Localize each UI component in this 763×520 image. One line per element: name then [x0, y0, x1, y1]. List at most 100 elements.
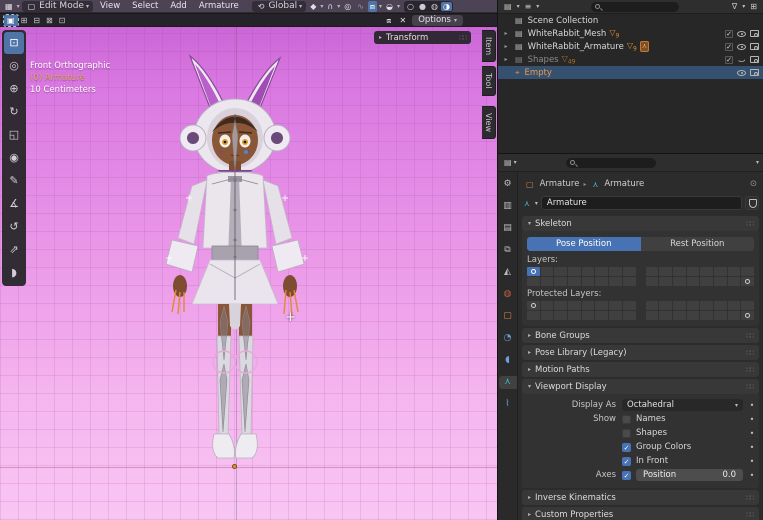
transform-panel-header[interactable]: ▸ Transform ∷∷: [374, 31, 471, 44]
panel-grip-icon[interactable]: ∷∷: [746, 366, 753, 374]
layer-cell[interactable]: [582, 301, 595, 310]
funnel-caret-icon[interactable]: ▾: [742, 3, 745, 10]
bone-tab[interactable]: ⌇: [499, 398, 517, 411]
editor-caret-icon[interactable]: ▾: [514, 159, 517, 166]
measure-tool[interactable]: ∡: [4, 193, 24, 215]
bone-envelope-tool[interactable]: ◗: [4, 262, 24, 284]
outliner-row-shapes[interactable]: ▸ ▤ Shapes ▽49 ✓: [498, 53, 763, 66]
layer-cell[interactable]: [623, 277, 636, 286]
select-mode-subtract[interactable]: ⊟: [30, 15, 43, 26]
select-mode-invert[interactable]: ⊠: [43, 15, 56, 26]
layer-cell[interactable]: [728, 311, 741, 320]
properties-search-input[interactable]: [566, 158, 656, 168]
layer-cell[interactable]: [623, 311, 636, 320]
layer-cell[interactable]: [700, 311, 713, 320]
outliner-search-input[interactable]: [591, 2, 679, 12]
layer-cell[interactable]: [741, 311, 754, 320]
panel-grip-icon[interactable]: ∷∷: [746, 383, 753, 391]
layer-cell[interactable]: [609, 267, 622, 276]
layer-cell[interactable]: [673, 277, 686, 286]
render-camera-icon[interactable]: [750, 56, 759, 63]
scale-tool[interactable]: ◱: [4, 124, 24, 146]
new-collection-icon[interactable]: ⊞: [748, 1, 759, 12]
annotate-tool[interactable]: ✎: [4, 170, 24, 192]
outliner-filter-icon[interactable]: ≡: [523, 1, 534, 12]
layer-cell[interactable]: [595, 277, 608, 286]
transform-tool[interactable]: ◉: [4, 147, 24, 169]
layer-cell[interactable]: [687, 277, 700, 286]
panel-pose-library[interactable]: ▸ Pose Library (Legacy) ∷∷: [522, 345, 759, 360]
menu-armature[interactable]: Armature: [194, 1, 244, 11]
layer-cell[interactable]: [714, 267, 727, 276]
hide-eye-icon[interactable]: [737, 44, 746, 50]
menu-add[interactable]: Add: [165, 1, 191, 11]
axes-position-slider[interactable]: Position 0.0: [636, 469, 743, 481]
options-dropdown[interactable]: Options ▾: [412, 15, 463, 26]
panel-grip-icon[interactable]: ∷∷: [746, 494, 753, 502]
render-tab[interactable]: ▥: [499, 200, 517, 213]
xray-toggle-icon[interactable]: ⧈: [384, 15, 393, 26]
render-camera-icon[interactable]: [750, 43, 759, 50]
layer-cell[interactable]: [700, 277, 713, 286]
falloff-curve-icon[interactable]: ∿: [355, 1, 366, 12]
datablock-caret-icon[interactable]: ▾: [535, 200, 538, 207]
layer-cell[interactable]: [568, 267, 581, 276]
layer-cell[interactable]: [568, 301, 581, 310]
layer-cell[interactable]: [527, 267, 540, 276]
pose-position-button[interactable]: Pose Position: [527, 237, 641, 251]
layer-cell[interactable]: [687, 267, 700, 276]
layer-cell[interactable]: [527, 277, 540, 286]
animate-dot-icon[interactable]: •: [749, 443, 755, 452]
shading-material-icon[interactable]: ◍: [429, 2, 440, 11]
view-layer-tab[interactable]: ⧉: [499, 244, 517, 257]
select-mode-intersect[interactable]: ⊡: [56, 15, 69, 26]
editor-type-icon[interactable]: ▦: [3, 1, 15, 12]
animate-dot-icon[interactable]: •: [749, 415, 755, 424]
panel-motion-paths[interactable]: ▸ Motion Paths ∷∷: [522, 362, 759, 377]
outliner-row-whiterabbit-armature[interactable]: ▸ ▤ WhiteRabbit_Armature ▽9 ⋏ ✓: [498, 40, 763, 53]
outliner-row-whiterabbit-mesh[interactable]: ▸ ▤ WhiteRabbit_Mesh ▽9 ✓: [498, 27, 763, 40]
rest-position-button[interactable]: Rest Position: [641, 237, 755, 251]
3d-viewport[interactable]: Front Orthographic (0) Armature 10 Centi…: [0, 27, 497, 520]
layer-cell[interactable]: [700, 301, 713, 310]
shading-solid-icon[interactable]: ●: [417, 2, 428, 11]
header-caret-icon[interactable]: ▾: [756, 159, 759, 166]
gizmo-caret-icon[interactable]: ▾: [379, 3, 382, 10]
layer-cell[interactable]: [673, 267, 686, 276]
panel-skeleton-header[interactable]: ▾ Skeleton ∷∷: [522, 216, 759, 231]
tab-tool[interactable]: Tool: [482, 66, 496, 96]
orientation-dropdown[interactable]: ⟲ Global ▾: [252, 1, 306, 12]
layer-cell[interactable]: [646, 267, 659, 276]
layer-cell[interactable]: [541, 301, 554, 310]
layer-cell[interactable]: [700, 267, 713, 276]
layer-cell[interactable]: [659, 301, 672, 310]
selectability-checkbox[interactable]: ✓: [725, 30, 733, 38]
shading-wireframe-icon[interactable]: ○: [405, 2, 416, 11]
cursor-tool[interactable]: ◎: [4, 55, 24, 77]
animate-dot-icon[interactable]: •: [749, 401, 755, 410]
proportional-editing-icon[interactable]: ◎: [342, 1, 353, 12]
properties-editor-icon[interactable]: ▤: [502, 157, 514, 168]
move-tool[interactable]: ⊕: [4, 78, 24, 100]
display-as-dropdown[interactable]: Octahedral ▾: [622, 399, 743, 411]
hide-eye-icon[interactable]: [737, 31, 746, 37]
panel-grip-icon[interactable]: ∷∷: [746, 349, 753, 357]
armature-name-input[interactable]: Armature: [541, 196, 742, 210]
pivot-caret-icon[interactable]: ▾: [320, 3, 323, 10]
layer-cell[interactable]: [673, 311, 686, 320]
layer-cell[interactable]: [554, 267, 567, 276]
output-tab[interactable]: ▤: [499, 222, 517, 235]
menu-select[interactable]: Select: [127, 1, 163, 11]
layer-cell[interactable]: [609, 301, 622, 310]
layer-cell[interactable]: [714, 311, 727, 320]
layer-cell[interactable]: [527, 301, 540, 310]
layer-cell[interactable]: [741, 301, 754, 310]
tab-item[interactable]: Item: [482, 30, 496, 62]
roll-tool[interactable]: ↺: [4, 216, 24, 238]
render-camera-icon[interactable]: [750, 30, 759, 37]
layer-cell[interactable]: [554, 311, 567, 320]
animate-dot-icon[interactable]: •: [749, 457, 755, 466]
layer-cell[interactable]: [541, 267, 554, 276]
tool-tab[interactable]: ⚙: [499, 178, 517, 191]
outliner-row-scene-collection[interactable]: ▤ Scene Collection: [498, 14, 763, 27]
